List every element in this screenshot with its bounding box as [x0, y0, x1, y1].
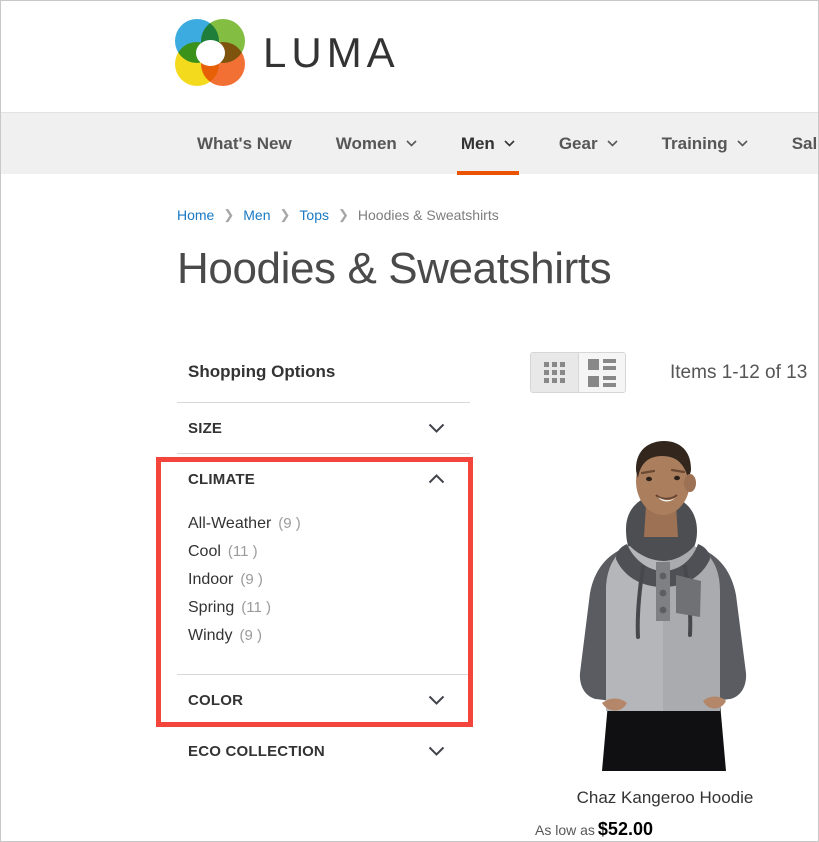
- list-glyph: [588, 358, 616, 387]
- option-count: (9 ): [240, 571, 263, 588]
- chevron-down-icon: [428, 423, 445, 434]
- chevron-down-icon: [406, 140, 417, 147]
- climate-option-indoor[interactable]: Indoor (9 ): [188, 566, 470, 594]
- nav-item-training[interactable]: Training: [640, 113, 770, 175]
- luma-flower-logo-icon: [175, 19, 247, 87]
- luma-logo[interactable]: LUMA: [175, 19, 400, 87]
- nav-item-label: Gear: [558, 133, 598, 153]
- nav-item-sale[interactable]: Sale: [770, 113, 818, 175]
- filter-block-size: SIZE: [177, 402, 470, 453]
- brand-name: LUMA: [263, 29, 400, 76]
- product-price: As low as $52.00: [530, 819, 800, 840]
- climate-option-list: All-Weather (9 ) Cool (11 ) Indoor (9 ) …: [177, 504, 470, 674]
- climate-option-spring[interactable]: Spring (11 ): [188, 594, 470, 622]
- page-title: Hoodies & Sweatshirts: [177, 244, 612, 293]
- breadcrumb-separator-icon: ❯: [337, 207, 349, 222]
- filter-header-color[interactable]: COLOR: [177, 675, 470, 725]
- product-name[interactable]: Chaz Kangeroo Hoodie: [530, 788, 800, 808]
- grid-glyph: [544, 362, 565, 383]
- chevron-down-icon: [428, 746, 445, 757]
- price-value: $52.00: [597, 819, 653, 839]
- breadcrumb-current: Hoodies & Sweatshirts: [357, 207, 499, 223]
- product-image[interactable]: [530, 421, 800, 771]
- chevron-up-icon: [428, 474, 445, 485]
- list-view-icon[interactable]: [578, 353, 625, 392]
- filter-header-climate[interactable]: CLIMATE: [177, 454, 470, 504]
- filter-title: COLOR: [188, 692, 244, 709]
- chevron-down-icon: [737, 140, 748, 147]
- climate-option-cool[interactable]: Cool (11 ): [188, 538, 470, 566]
- filter-header-eco-collection[interactable]: ECO COLLECTION: [177, 726, 470, 776]
- filter-title: CLIMATE: [188, 471, 255, 488]
- product-list-toolbar: Items 1-12 of 13: [530, 352, 807, 393]
- nav-item-list: What's New Women Men Gear Training Sal: [175, 113, 818, 175]
- view-mode-switch: [530, 352, 626, 393]
- nav-item-men[interactable]: Men: [439, 113, 537, 175]
- nav-item-label: Women: [335, 133, 397, 153]
- items-count-label: Items 1-12 of 13: [670, 361, 808, 383]
- nav-item-gear[interactable]: Gear: [537, 113, 640, 175]
- site-header: LUMA: [1, 1, 818, 112]
- logo-center-hole: [196, 40, 225, 66]
- chevron-down-icon: [606, 140, 618, 147]
- option-label: Cool: [188, 543, 221, 560]
- breadcrumb-link-tops[interactable]: Tops: [299, 207, 329, 223]
- filter-header-size[interactable]: SIZE: [177, 403, 470, 453]
- option-count: (9 ): [278, 515, 301, 532]
- filter-block-color: COLOR: [177, 674, 470, 725]
- price-label: As low as: [535, 822, 595, 838]
- chevron-down-icon: [428, 695, 445, 706]
- breadcrumb-separator-icon: ❯: [223, 207, 235, 222]
- chevron-down-icon: [504, 140, 515, 147]
- filter-block-climate: CLIMATE All-Weather (9 ) Cool (11 ) Indo…: [177, 453, 470, 674]
- nav-item-women[interactable]: Women: [314, 113, 439, 175]
- breadcrumb: Home ❯ Men ❯ Tops ❯ Hoodies & Sweatshirt…: [177, 207, 499, 223]
- nav-item-label: Men: [460, 133, 495, 153]
- grid-view-icon[interactable]: [531, 353, 578, 392]
- sidebar-heading: Shopping Options: [188, 362, 336, 381]
- breadcrumb-link-men[interactable]: Men: [243, 207, 270, 223]
- breadcrumb-separator-icon: ❯: [279, 207, 291, 222]
- option-label: All-Weather: [188, 515, 272, 532]
- nav-item-label: Training: [661, 133, 728, 153]
- nav-item-label: What's New: [197, 133, 292, 153]
- option-label: Spring: [188, 599, 235, 616]
- option-label: Windy: [188, 627, 233, 644]
- main-navigation: What's New Women Men Gear Training Sal: [1, 112, 818, 175]
- nav-item-label: Sale: [791, 133, 818, 153]
- filter-title: SIZE: [188, 420, 223, 437]
- breadcrumb-link-home[interactable]: Home: [177, 207, 214, 223]
- option-count: (11 ): [241, 599, 271, 616]
- shopping-options-sidebar: Shopping Options SIZE CLIMATE All-Weathe…: [177, 353, 470, 776]
- option-label: Indoor: [188, 571, 234, 588]
- climate-option-all-weather[interactable]: All-Weather (9 ): [188, 510, 470, 538]
- climate-option-windy[interactable]: Windy (9 ): [188, 622, 470, 650]
- option-count: (9 ): [239, 627, 262, 644]
- product-card: Chaz Kangeroo Hoodie As low as $52.00: [530, 421, 800, 840]
- filter-title: ECO COLLECTION: [188, 743, 325, 760]
- browser-page: LUMA What's New Women Men Gear Training …: [0, 0, 819, 842]
- filter-block-eco-collection: ECO COLLECTION: [177, 725, 470, 776]
- nav-item-whats-new[interactable]: What's New: [175, 113, 314, 175]
- option-count: (11 ): [227, 543, 258, 560]
